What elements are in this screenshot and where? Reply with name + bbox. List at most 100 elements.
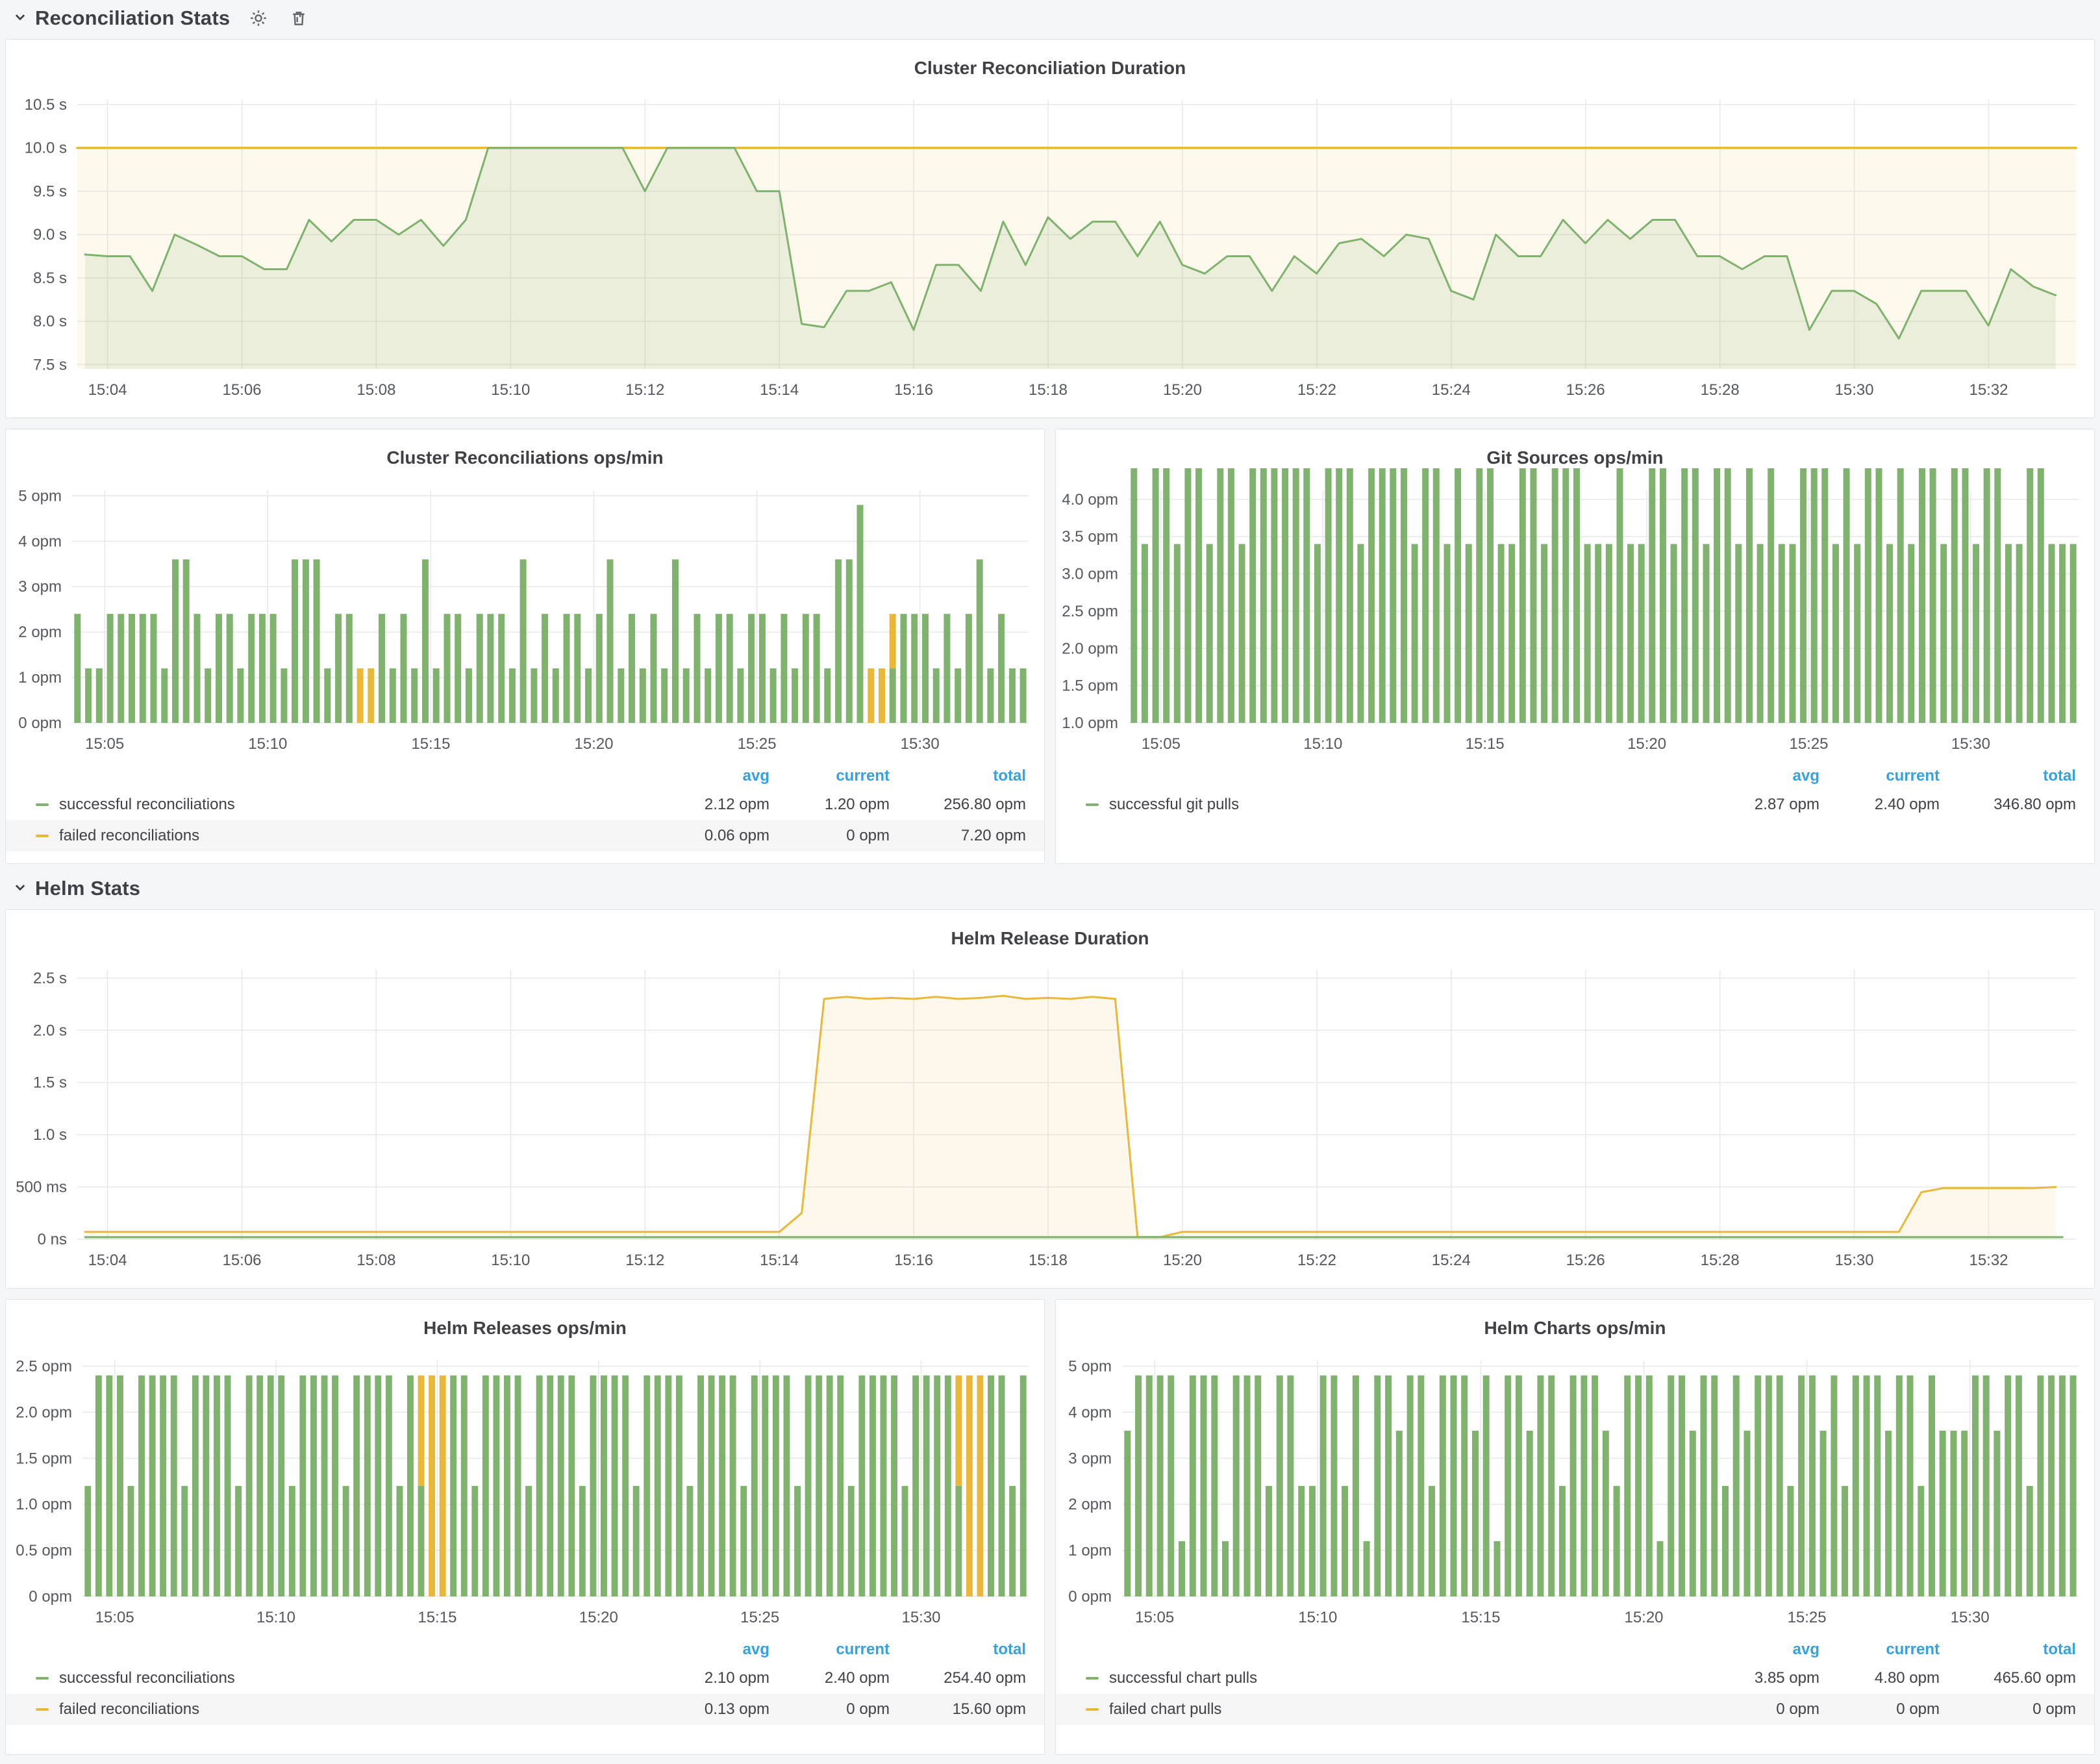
series-current-value: 0 opm [769,1700,890,1719]
legend-row: successful chart pulls 3.85 opm 4.80 opm… [1056,1663,2094,1694]
svg-text:15:06: 15:06 [222,381,261,399]
panel-title[interactable]: Cluster Reconciliations ops/min [6,429,1044,468]
series-avg-value: 2.10 opm [649,1669,769,1687]
series-avg-value: 3.85 opm [1699,1669,1819,1687]
series-color-marker [36,1677,49,1680]
legend-header-total[interactable]: total [1940,1641,2076,1659]
series-current-value: 2.40 opm [769,1669,890,1687]
panel-title[interactable]: Helm Charts ops/min [1056,1300,2094,1339]
svg-text:15:24: 15:24 [1432,381,1471,399]
trash-icon [290,9,308,27]
svg-text:2.0 s: 2.0 s [33,1022,67,1039]
svg-text:15:25: 15:25 [738,735,777,753]
panel-title[interactable]: Git Sources ops/min [1056,429,2094,468]
svg-text:8.5 s: 8.5 s [33,270,67,287]
cluster-reconciliations-opm-chart[interactable]: 5 opm4 opm3 opm2 opm1 opm0 opm15:0515:10… [6,468,1044,761]
series-total-value: 0 opm [1940,1700,2076,1719]
legend-header-total[interactable]: total [890,767,1026,785]
series-total-value: 254.40 opm [890,1669,1026,1687]
legend-header-total[interactable]: total [890,1641,1026,1659]
legend-header-avg[interactable]: avg [1699,767,1819,785]
panel-cluster-reconciliations-opm: Cluster Reconciliations ops/min 5 opm4 o… [5,429,1045,864]
panel-git-sources-opm: Git Sources ops/min 4.0 opm3.5 opm3.0 op… [1055,429,2095,864]
svg-text:15:30: 15:30 [901,1609,940,1626]
svg-text:2.0 opm: 2.0 opm [16,1404,72,1421]
series-current-value: 1.20 opm [769,796,890,814]
svg-text:3 opm: 3 opm [18,578,62,596]
svg-text:7.5 s: 7.5 s [33,356,67,373]
series-color-marker [36,1708,49,1711]
svg-text:5 opm: 5 opm [1068,1358,1112,1376]
legend-header-current[interactable]: current [769,767,890,785]
legend-header-row: avg current total [1056,1637,2094,1663]
series-color-marker [1086,1708,1099,1711]
svg-text:0.5 opm: 0.5 opm [16,1542,72,1559]
svg-text:15:06: 15:06 [222,1252,261,1269]
svg-text:0 ns: 0 ns [38,1231,67,1248]
helm-releases-opm-chart[interactable]: 2.5 opm2.0 opm1.5 opm1.0 opm0.5 opm0 opm… [6,1339,1044,1634]
section-title: Reconciliation Stats [35,6,230,30]
svg-text:15:05: 15:05 [1135,1609,1174,1626]
svg-text:15:04: 15:04 [88,1252,127,1269]
section-collapse-toggle[interactable]: Reconciliation Stats [13,6,230,30]
svg-text:15:14: 15:14 [760,381,799,399]
svg-text:15:30: 15:30 [1951,735,1990,753]
row-delete-button[interactable] [287,6,310,30]
series-color-marker [36,803,49,806]
svg-text:3 opm: 3 opm [1068,1450,1112,1467]
legend-header-total[interactable]: total [1940,767,2076,785]
legend-row: successful reconciliations 2.10 opm 2.40… [6,1663,1044,1694]
panel-title[interactable]: Helm Release Duration [6,910,2094,949]
series-color-marker [36,835,49,837]
legend-header-current[interactable]: current [1819,1641,1940,1659]
svg-text:15:25: 15:25 [1788,1609,1827,1626]
legend-row: successful reconciliations 2.12 opm 1.20… [6,789,1044,820]
series-total-value: 7.20 opm [890,827,1026,845]
series-label[interactable]: failed reconciliations [59,827,649,845]
panel-title[interactable]: Cluster Reconciliation Duration [6,40,2094,79]
svg-text:1.0 s: 1.0 s [33,1126,67,1144]
svg-text:2.5 opm: 2.5 opm [16,1358,72,1376]
svg-text:15:14: 15:14 [760,1252,799,1269]
series-label[interactable]: successful reconciliations [59,1669,649,1687]
series-label[interactable]: successful chart pulls [1109,1669,1699,1687]
series-total-value: 346.80 opm [1940,796,2076,814]
series-label[interactable]: successful git pulls [1109,796,1699,814]
svg-text:15:10: 15:10 [1303,735,1342,753]
series-avg-value: 2.12 opm [649,796,769,814]
series-current-value: 4.80 opm [1819,1669,1940,1687]
series-avg-value: 0.06 opm [649,827,769,845]
panel-cluster-reconciliation-duration: Cluster Reconciliation Duration 10.5 s10… [5,39,2095,418]
row-settings-button[interactable] [247,6,270,30]
git-sources-opm-chart[interactable]: 4.0 opm3.5 opm3.0 opm2.5 opm2.0 opm1.5 o… [1056,468,2094,761]
svg-text:15:32: 15:32 [1969,381,2008,399]
legend-header-avg[interactable]: avg [649,1641,769,1659]
legend-row: failed reconciliations 0.13 opm 0 opm 15… [6,1694,1044,1725]
cluster-reconciliation-duration-chart[interactable]: 10.5 s10.0 s9.5 s9.0 s8.5 s8.0 s7.5 s15:… [6,79,2094,407]
helm-release-duration-chart[interactable]: 2.5 s2.0 s1.5 s1.0 s500 ms0 ns15:0415:06… [6,949,2094,1277]
section-collapse-toggle[interactable]: Helm Stats [13,877,140,900]
svg-text:15:08: 15:08 [356,1252,395,1269]
legend-header-current[interactable]: current [1819,767,1940,785]
legend-header-current[interactable]: current [769,1641,890,1659]
series-label[interactable]: failed chart pulls [1109,1700,1699,1719]
legend-header-avg[interactable]: avg [649,767,769,785]
svg-text:15:24: 15:24 [1432,1252,1471,1269]
svg-text:15:28: 15:28 [1701,1252,1740,1269]
svg-text:15:26: 15:26 [1566,381,1605,399]
svg-text:1 opm: 1 opm [1068,1542,1112,1559]
svg-text:15:05: 15:05 [85,735,124,753]
svg-text:15:22: 15:22 [1297,1252,1336,1269]
series-current-value: 0 opm [1819,1700,1940,1719]
svg-text:1.0 opm: 1.0 opm [16,1496,72,1513]
legend-header-avg[interactable]: avg [1699,1641,1819,1659]
svg-text:15:32: 15:32 [1969,1252,2008,1269]
series-label[interactable]: failed reconciliations [59,1700,649,1719]
panel-title[interactable]: Helm Releases ops/min [6,1300,1044,1339]
legend-header-row: avg current total [1056,763,2094,789]
series-current-value: 2.40 opm [1819,796,1940,814]
series-label[interactable]: successful reconciliations [59,796,649,814]
svg-text:15:20: 15:20 [574,735,613,753]
helm-charts-opm-chart[interactable]: 5 opm4 opm3 opm2 opm1 opm0 opm15:0515:10… [1056,1339,2094,1634]
svg-text:15:08: 15:08 [356,381,395,399]
